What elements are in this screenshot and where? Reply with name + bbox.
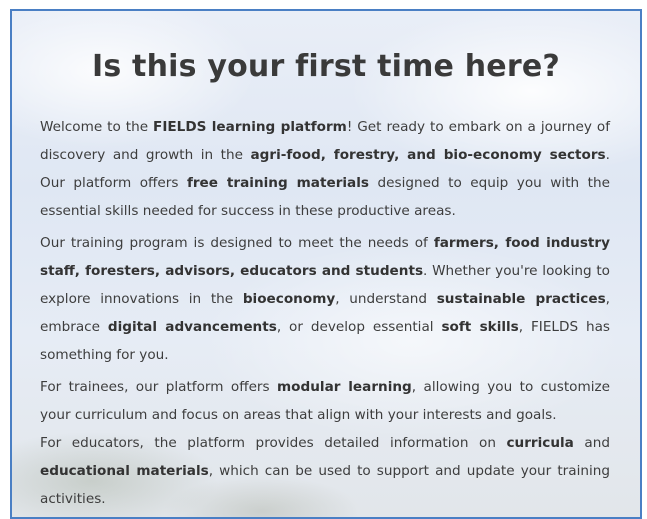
emphasis-text: agri-food, forestry, and bio-economy sec… <box>250 147 606 163</box>
emphasis-text: digital advancements <box>107 319 277 335</box>
emphasis-text: soft skills <box>441 319 519 335</box>
page-title: Is this your first time here? <box>91 49 560 84</box>
body-text: Our training program is designed to meet… <box>40 235 434 251</box>
emphasis-text: curricula <box>506 435 574 451</box>
intro-paragraph: Welcome to the FIELDS learning platform!… <box>40 113 610 225</box>
body-text: Welcome to the <box>40 119 154 135</box>
body-text: For trainees, our platform offers <box>40 379 278 395</box>
emphasis-text: sustainable practices <box>436 291 606 307</box>
intro-text: Welcome to the FIELDS learning platform!… <box>40 113 610 517</box>
welcome-panel: Is this your first time here? Welcome to… <box>10 9 642 519</box>
body-text: , understand <box>335 291 437 307</box>
audience-paragraph: Our training program is designed to meet… <box>40 229 610 369</box>
body-text: and <box>573 435 610 451</box>
educators-paragraph: For educators, the platform provides det… <box>40 429 610 513</box>
emphasis-text: educational materials <box>40 463 209 479</box>
body-text: , or develop essential <box>276 319 442 335</box>
emphasis-text: bioeconomy <box>242 291 336 307</box>
body-text: For educators, the platform provides det… <box>40 435 507 451</box>
emphasis-text: free training materials <box>186 175 369 191</box>
trainees-paragraph: For trainees, our platform offers modula… <box>40 373 610 429</box>
emphasis-text: modular learning <box>277 379 412 395</box>
emphasis-text: FIELDS learning platform <box>153 119 347 135</box>
